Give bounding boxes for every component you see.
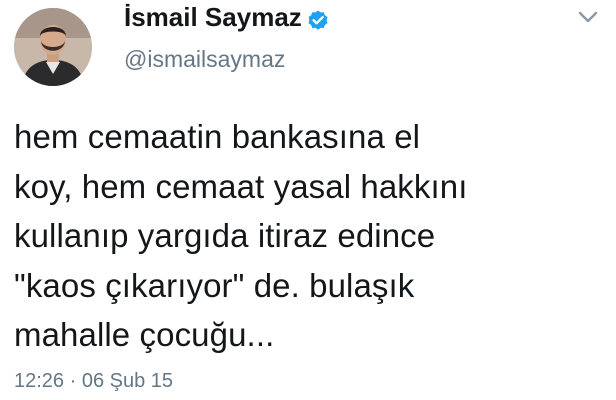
author-name[interactable]: İsmail Saymaz [124,2,302,33]
tweet-card: İsmail Saymaz @ismailsaymaz hem cemaatin… [0,0,616,400]
avatar-image [14,8,92,86]
tweet-date: 06 Şub 15 [81,370,174,392]
tweet-time: 12:26 [14,370,65,392]
meta-separator: · [69,370,77,392]
verified-badge-icon [308,10,328,30]
avatar[interactable] [14,8,92,86]
tweet-text: hem cemaatin bankasına el koy, hem cemaa… [14,118,468,353]
author-handle[interactable]: @ismailsaymaz [124,46,285,73]
tweet-timestamp[interactable]: 12:26 · 06 Şub 15 [14,370,173,393]
chevron-down-icon[interactable] [578,10,598,24]
